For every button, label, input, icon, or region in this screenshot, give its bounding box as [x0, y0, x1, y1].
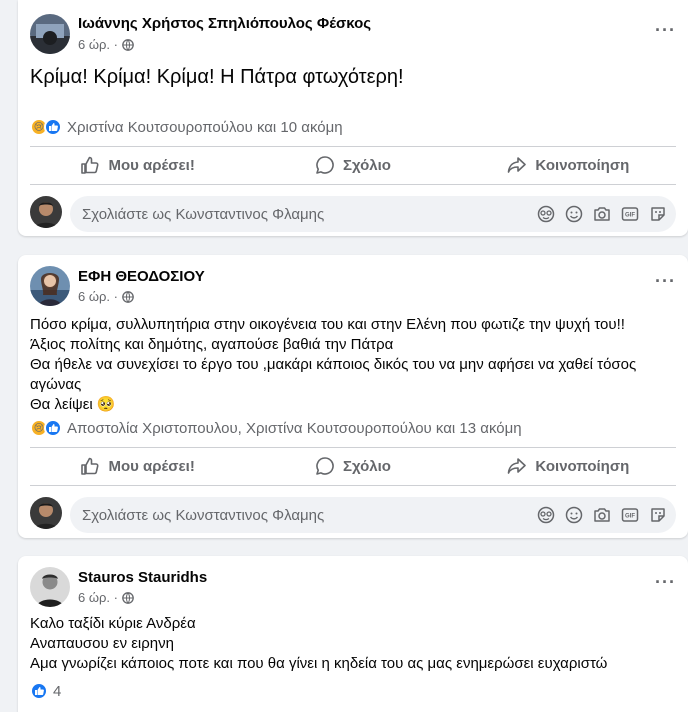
- globe-icon: [122, 591, 134, 604]
- thumbs-up-icon: [81, 457, 100, 475]
- post-text-line: Θα ήθελε να συνεχίσει το έργο του ,μακάρ…: [30, 356, 637, 373]
- avatar-sticker-icon[interactable]: [536, 505, 556, 525]
- post-text-line: Αναπαυσου εν ειρηνη: [30, 635, 174, 652]
- share-icon: [508, 458, 527, 474]
- post-text-line: Κρίμα! Κρίμα! Κρίμα! Η Πάτρα φτωχότερη!: [30, 66, 404, 88]
- post-time[interactable]: 6 ώρ. ·: [78, 590, 118, 605]
- current-user-avatar[interactable]: [30, 497, 62, 529]
- like-label: Μου αρέσει!: [108, 156, 195, 174]
- emoji-icon[interactable]: [564, 204, 584, 224]
- reactions-summary[interactable]: 😢 Αποστολία Χριστοπουλου, Χριστίνα Κουτσ…: [30, 419, 522, 437]
- share-icon: [508, 157, 527, 173]
- globe-icon: [122, 290, 134, 303]
- author-name[interactable]: Ιωάννης Χρήστος Σπηλιόπουλος Φέσκος: [78, 15, 371, 32]
- camera-icon[interactable]: [592, 204, 612, 224]
- post-meta: 6 ώρ. ·: [78, 37, 134, 52]
- divider: [30, 184, 676, 185]
- divider: [30, 485, 676, 486]
- camera-icon[interactable]: [592, 505, 612, 525]
- post-text-line: Θα λείψει 🥺: [30, 396, 116, 413]
- thumbs-up-icon: [81, 156, 100, 174]
- comment-button[interactable]: Σχόλιο: [245, 448, 460, 484]
- gif-icon[interactable]: GIF: [620, 505, 640, 525]
- action-bar: Μου αρέσει! Σχόλιο Κοινοποίηση: [30, 448, 676, 484]
- comment-placeholder: Σχολιάστε ως Κωνσταντινος Φλαμης: [82, 506, 325, 524]
- post-time[interactable]: 6 ώρ. ·: [78, 289, 118, 304]
- post-card: Stauros Stauridhs 6 ώρ. · ··· Καλο ταξίδ…: [18, 556, 688, 712]
- comment-button[interactable]: Σχόλιο: [245, 147, 460, 183]
- sticker-icon[interactable]: [648, 505, 668, 525]
- post-meta: 6 ώρ. ·: [78, 289, 134, 304]
- share-button[interactable]: Κοινοποίηση: [461, 448, 676, 484]
- post-text: Καλο ταξίδι κύριε Ανδρέα Αναπαυσου εν ει…: [30, 614, 676, 674]
- comment-icon: [316, 156, 334, 174]
- like-reaction-icon: [30, 682, 48, 700]
- post-text-line: Άξιος πολίτης και δημότης, αγαπούσε βαθι…: [30, 336, 394, 353]
- reactions-summary[interactable]: 😢 Χριστίνα Κουτσουροπούλου και 10 ακόμη: [30, 118, 343, 136]
- post-text-line: Πόσο κρίμα, συλλυπητήρια στην οικογένεια…: [30, 316, 625, 333]
- post-card: ΕΦΗ ΘΕΟΔΟΣΙΟΥ 6 ώρ. · ··· Πόσο κρίμα, συ…: [18, 255, 688, 538]
- comment-composer: Σχολιάστε ως Κωνσταντινος Φλαμης GIF: [30, 497, 676, 533]
- comment-toolbar: GIF: [536, 505, 676, 525]
- svg-text:GIF: GIF: [625, 213, 635, 219]
- post-time[interactable]: 6 ώρ. ·: [78, 37, 118, 52]
- avatar-sticker-icon[interactable]: [536, 204, 556, 224]
- globe-icon: [122, 38, 134, 51]
- comment-label: Σχόλιο: [343, 457, 391, 475]
- like-label: Μου αρέσει!: [108, 457, 195, 475]
- author-name[interactable]: Stauros Stauridhs: [78, 569, 207, 586]
- comment-placeholder: Σχολιάστε ως Κωνσταντινος Φλαμης: [82, 205, 325, 223]
- gif-icon[interactable]: GIF: [620, 204, 640, 224]
- svg-text:GIF: GIF: [625, 514, 635, 520]
- like-reaction-icon: [44, 419, 62, 437]
- reactions-summary[interactable]: 4: [30, 682, 61, 700]
- author-avatar[interactable]: [30, 567, 70, 607]
- post-text-line: Αμα γνωρίζει κάποιος ποτε και που θα γίν…: [30, 655, 608, 672]
- current-user-avatar[interactable]: [30, 196, 62, 228]
- author-avatar[interactable]: [30, 14, 70, 54]
- comment-composer: Σχολιάστε ως Κωνσταντινος Φλαμης GIF: [30, 196, 676, 232]
- comment-icon: [316, 457, 334, 475]
- like-button[interactable]: Μου αρέσει!: [30, 448, 245, 484]
- post-text: Κρίμα! Κρίμα! Κρίμα! Η Πάτρα φτωχότερη!: [30, 64, 676, 90]
- share-label: Κοινοποίηση: [535, 457, 630, 475]
- author-avatar[interactable]: [30, 266, 70, 306]
- like-reaction-icon: [44, 118, 62, 136]
- share-button[interactable]: Κοινοποίηση: [461, 147, 676, 183]
- comment-toolbar: GIF: [536, 204, 676, 224]
- comment-label: Σχόλιο: [343, 156, 391, 174]
- share-label: Κοινοποίηση: [535, 156, 630, 174]
- reactions-count[interactable]: 4: [53, 683, 61, 700]
- reactions-text[interactable]: Χριστίνα Κουτσουροπούλου και 10 ακόμη: [67, 119, 343, 136]
- post-text-line: αγώνας: [30, 376, 82, 393]
- like-button[interactable]: Μου αρέσει!: [30, 147, 245, 183]
- author-name[interactable]: ΕΦΗ ΘΕΟΔΟΣΙΟΥ: [78, 268, 205, 285]
- more-options-icon[interactable]: ···: [655, 271, 676, 292]
- comment-input[interactable]: Σχολιάστε ως Κωνσταντινος Φλαμης GIF: [70, 497, 676, 533]
- post-card: Ιωάννης Χρήστος Σπηλιόπουλος Φέσκος 6 ώρ…: [18, 0, 688, 236]
- reactions-text[interactable]: Αποστολία Χριστοπουλου, Χριστίνα Κουτσου…: [67, 420, 522, 437]
- sticker-icon[interactable]: [648, 204, 668, 224]
- post-text-line: Καλο ταξίδι κύριε Ανδρέα: [30, 615, 196, 632]
- emoji-icon[interactable]: [564, 505, 584, 525]
- post-meta: 6 ώρ. ·: [78, 590, 134, 605]
- action-bar: Μου αρέσει! Σχόλιο Κοινοποίηση: [30, 147, 676, 183]
- more-options-icon[interactable]: ···: [655, 20, 676, 41]
- comment-input[interactable]: Σχολιάστε ως Κωνσταντινος Φλαμης GIF: [70, 196, 676, 232]
- post-text: Πόσο κρίμα, συλλυπητήρια στην οικογένεια…: [30, 315, 676, 415]
- more-options-icon[interactable]: ···: [655, 572, 676, 593]
